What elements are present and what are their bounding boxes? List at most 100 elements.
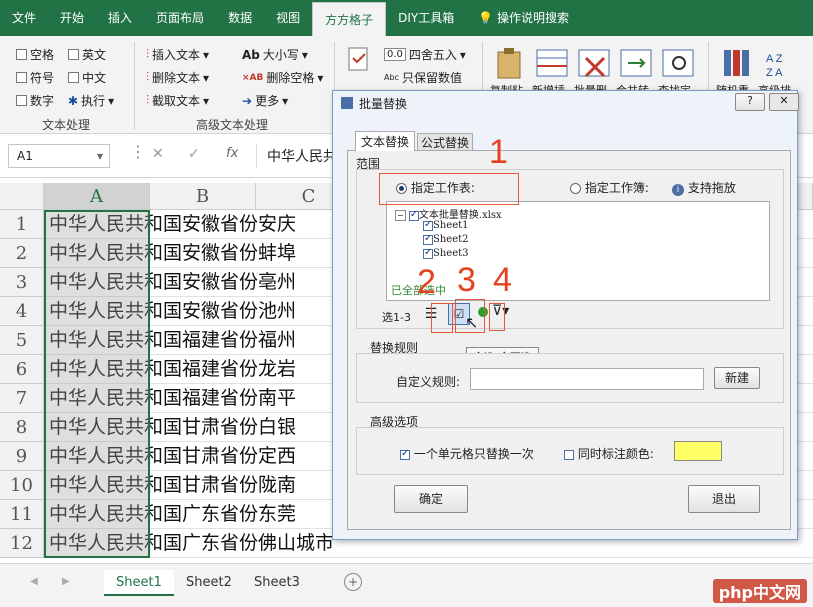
- keep-value-label: 只保留数值: [401, 71, 462, 85]
- svg-text:Z A: Z A: [766, 67, 783, 79]
- checkbox-icon: [564, 449, 574, 460]
- row-header[interactable]: 9: [0, 442, 44, 471]
- tab-formula-replace[interactable]: 公式替换: [417, 133, 473, 151]
- lightbulb-icon: 💡: [478, 11, 494, 25]
- mark-color-checkbox[interactable]: 同时标注颜色:: [564, 445, 654, 462]
- cb-english[interactable]: 英文: [68, 46, 106, 63]
- tree-item-sheet3[interactable]: Sheet3: [423, 247, 469, 259]
- row-header[interactable]: 7: [0, 384, 44, 413]
- group-text-label: 文本处理: [42, 118, 91, 132]
- delete-space-button[interactable]: ×AB 删除空格 ▾: [242, 69, 323, 86]
- tree-item-sheet2[interactable]: Sheet2: [423, 233, 469, 245]
- once-checkbox[interactable]: 一个单元格只替换一次: [400, 445, 534, 462]
- delete-text-button[interactable]: ⫶ 删除文本 ▾: [146, 69, 209, 86]
- round-button[interactable]: 0.0 四舍五入 ▾: [384, 46, 466, 63]
- checkbox-icon: [16, 49, 27, 60]
- execute-label: 执行: [81, 94, 106, 108]
- insert-text-label: 插入文本: [152, 48, 201, 62]
- sheet-tab-2[interactable]: Sheet2: [174, 570, 244, 596]
- custom-rule-input[interactable]: [470, 368, 704, 390]
- tree-item-label: Sheet1: [433, 220, 469, 231]
- checkbox-icon: [68, 72, 79, 83]
- tab-view[interactable]: 视图: [264, 0, 312, 36]
- abc-icon: Abc: [384, 73, 399, 82]
- cb-symbol[interactable]: 符号: [16, 69, 54, 86]
- random-icon: [716, 44, 756, 84]
- arrow-right-icon: ➔: [242, 93, 253, 108]
- checkbox-icon: [68, 49, 79, 60]
- tab-data[interactable]: 数据: [216, 0, 264, 36]
- row-header[interactable]: 4: [0, 297, 44, 326]
- new-rule-button[interactable]: 新建: [714, 367, 760, 389]
- col-header-a[interactable]: A: [44, 183, 150, 210]
- row-header[interactable]: 1: [0, 210, 44, 239]
- merge-convert-icon: [616, 44, 656, 84]
- name-box[interactable]: A1 ▾: [8, 144, 110, 168]
- radio-specified-book[interactable]: 指定工作簿:: [570, 179, 649, 196]
- collapse-icon: −: [395, 210, 406, 221]
- insert-text-button[interactable]: ⫶ 插入文本 ▾: [146, 46, 209, 63]
- tree-item-label: Sheet2: [433, 234, 469, 245]
- value-icon: [346, 46, 372, 76]
- tab-page-layout[interactable]: 页面布局: [144, 0, 216, 36]
- dropdown-arrow-icon: ▾: [317, 70, 324, 85]
- row-header[interactable]: 10: [0, 471, 44, 500]
- row-header[interactable]: 8: [0, 413, 44, 442]
- case-button[interactable]: Ab 大小写 ▾: [242, 46, 308, 63]
- support-drag-label: 支持拖放: [687, 181, 736, 195]
- keep-value-button[interactable]: Abc 只保留数值: [384, 69, 462, 86]
- row-header[interactable]: 11: [0, 500, 44, 529]
- support-drag: i 支持拖放: [672, 179, 736, 196]
- annotation-box-2: [431, 303, 453, 333]
- add-sheet-icon[interactable]: +: [344, 573, 362, 591]
- cb-number[interactable]: 数字: [16, 92, 54, 109]
- copy-paste-icon: [490, 44, 530, 84]
- checkbox-icon: [16, 95, 27, 106]
- enter-check-icon[interactable]: ✓: [188, 146, 200, 162]
- row-header[interactable]: 5: [0, 326, 44, 355]
- tab-insert[interactable]: 插入: [96, 0, 144, 36]
- col-header-b[interactable]: B: [150, 183, 256, 210]
- svg-text:A Z: A Z: [766, 53, 783, 65]
- scroll-right-icon[interactable]: ▶: [62, 576, 70, 587]
- execute-button[interactable]: ✱ 执行 ▾: [68, 92, 114, 109]
- delete-space-icon: ×AB: [242, 72, 264, 83]
- row-header[interactable]: 2: [0, 239, 44, 268]
- tab-fangfang[interactable]: 方方格子: [312, 2, 387, 36]
- cb-chinese[interactable]: 中文: [68, 69, 106, 86]
- annotation-box-4: [489, 303, 505, 331]
- dropdown-arrow-icon: ▾: [301, 47, 308, 62]
- ok-button[interactable]: 确定: [394, 485, 468, 513]
- extract-text-label: 截取文本: [152, 94, 201, 108]
- tab-file[interactable]: 文件: [0, 0, 48, 36]
- exit-button[interactable]: 退出: [688, 485, 760, 513]
- row-header[interactable]: 6: [0, 355, 44, 384]
- tree-root[interactable]: − 文本批量替换.xlsx: [395, 206, 502, 221]
- extract-text-button[interactable]: ⫶ 截取文本 ▾: [146, 92, 209, 109]
- row-header[interactable]: 12: [0, 529, 44, 558]
- insert-text-icon: ⫶: [146, 47, 150, 61]
- tab-diy[interactable]: DIY工具箱: [386, 0, 466, 36]
- tree-item-sheet1[interactable]: Sheet1: [423, 219, 469, 231]
- tab-home[interactable]: 开始: [48, 0, 96, 36]
- delete-text-label: 删除文本: [152, 71, 201, 85]
- sheet-tab-1[interactable]: Sheet1: [104, 570, 174, 596]
- batch-replace-dialog: 批量替换 ? ✕ 文本替换 公式替换 范围 指定工作表: 指定工作簿: i 支持…: [332, 90, 799, 540]
- tell-me-search[interactable]: 💡 操作说明搜索: [466, 0, 581, 36]
- help-button[interactable]: ?: [735, 93, 765, 111]
- row-header[interactable]: 3: [0, 268, 44, 297]
- select-all-corner[interactable]: [0, 183, 44, 210]
- tab-text-replace[interactable]: 文本替换: [355, 131, 415, 151]
- more-button[interactable]: ➔ 更多 ▾: [242, 92, 288, 109]
- dropdown-arrow-icon: ▾: [108, 93, 115, 108]
- watermark-logo: php中文网: [712, 579, 807, 603]
- cb-english-label: 英文: [82, 48, 107, 62]
- sheet-tab-3[interactable]: Sheet3: [242, 570, 312, 596]
- close-icon[interactable]: ✕: [769, 93, 799, 111]
- scroll-left-icon[interactable]: ◀: [30, 576, 38, 587]
- color-swatch[interactable]: [674, 441, 722, 461]
- fx-icon[interactable]: fx: [226, 146, 238, 161]
- cancel-icon[interactable]: ✕: [152, 146, 164, 162]
- cb-space[interactable]: 空格: [16, 46, 54, 63]
- search-label: 操作说明搜索: [497, 11, 570, 25]
